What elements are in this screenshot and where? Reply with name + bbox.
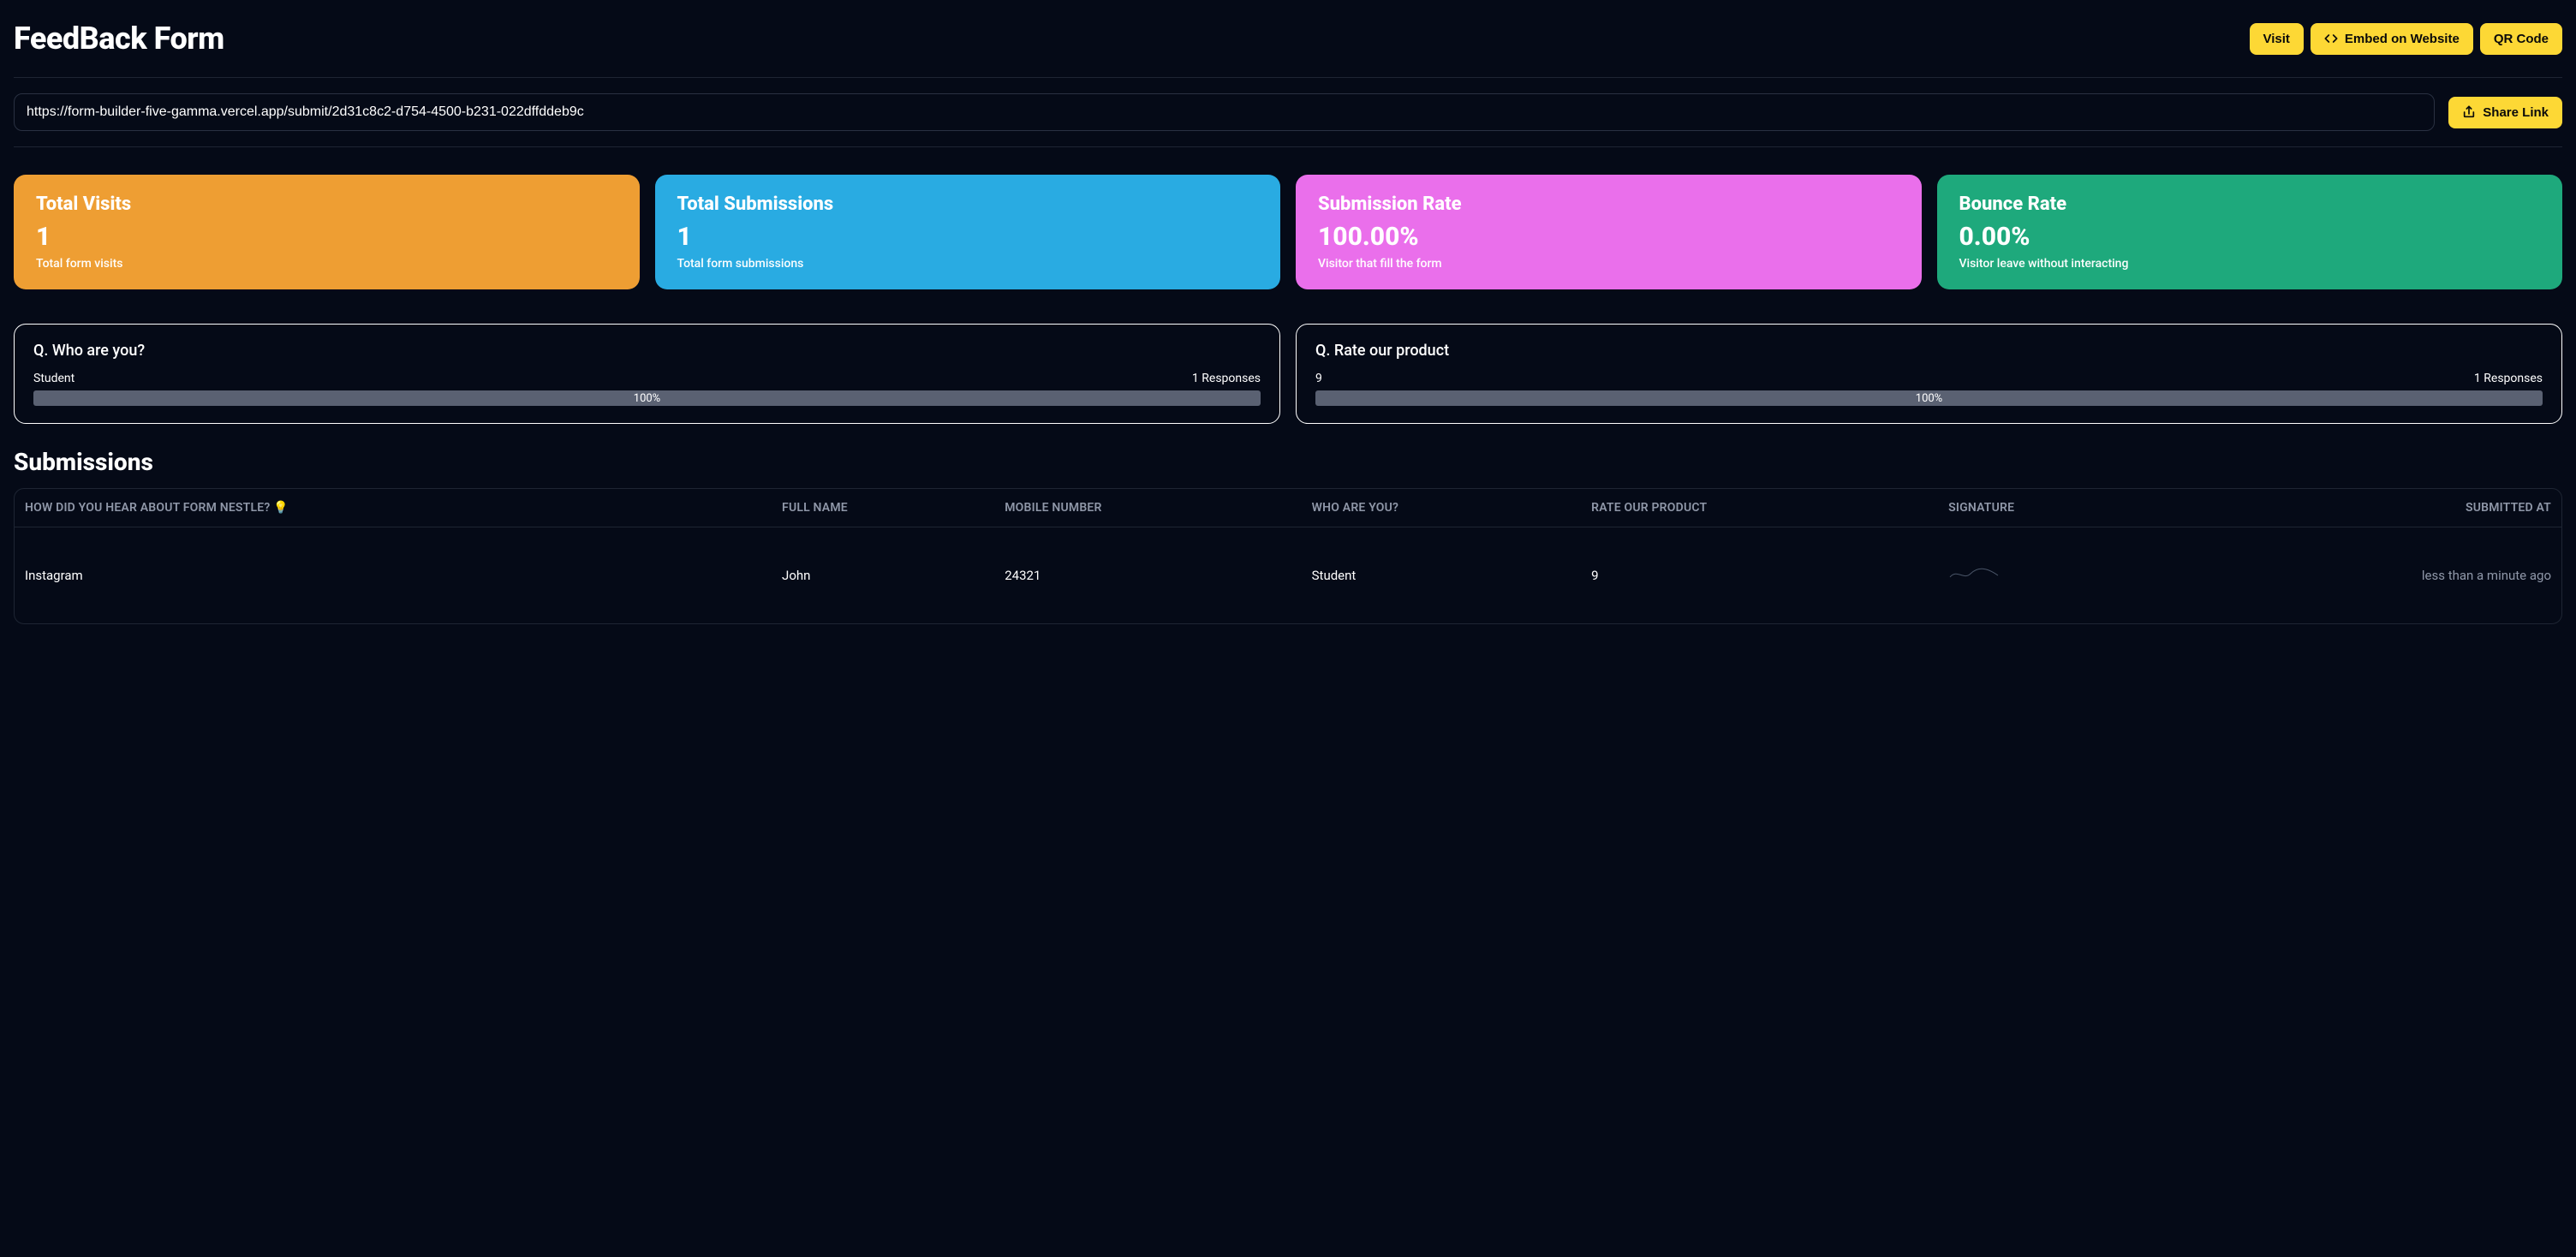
stat-card-total-visits: Total Visits 1 Total form visits	[14, 175, 640, 289]
share-icon	[2462, 105, 2476, 119]
stat-title: Total Submissions	[677, 194, 1259, 215]
qr-code-button-label: QR Code	[2494, 32, 2549, 46]
code-icon	[2324, 32, 2338, 45]
cell-signature	[1940, 527, 2163, 624]
share-link-button[interactable]: Share Link	[2448, 97, 2562, 128]
cell-who-are-you: Student	[1303, 527, 1583, 624]
stat-value: 1	[36, 222, 617, 252]
response-count-label: 1 Responses	[2474, 372, 2543, 385]
col-submitted-at: SUBMITTED AT	[2163, 489, 2561, 527]
stat-desc: Visitor leave without interacting	[1959, 257, 2541, 271]
question-title: Q. Rate our product	[1315, 342, 2543, 360]
qr-code-button[interactable]: QR Code	[2480, 23, 2562, 55]
table-header-row: HOW DID YOU HEAR ABOUT FORM NESTLE? 💡 FU…	[15, 489, 2561, 527]
stat-card-total-submissions: Total Submissions 1 Total form submissio…	[655, 175, 1281, 289]
share-link-button-label: Share Link	[2483, 105, 2549, 120]
stat-title: Bounce Rate	[1959, 194, 2541, 215]
response-bar: 100%	[33, 390, 1261, 406]
stat-desc: Visitor that fill the form	[1318, 257, 1899, 271]
question-card: Q. Rate our product 9 1 Responses 100%	[1296, 324, 2562, 424]
response-bar: 100%	[1315, 390, 2543, 406]
stat-title: Submission Rate	[1318, 194, 1899, 215]
cell-full-name: John	[773, 527, 996, 624]
table-row: Instagram John 24321 Student 9 less than…	[15, 527, 2561, 624]
col-full-name: FULL NAME	[773, 489, 996, 527]
visit-button-label: Visit	[2263, 32, 2290, 46]
cell-heard-about: Instagram	[15, 527, 773, 624]
stat-value: 100.00%	[1318, 222, 1899, 252]
page-header: FeedBack Form Visit Embed on Website QR …	[14, 14, 2562, 77]
response-bar-fill: 100%	[33, 390, 1261, 406]
cell-mobile: 24321	[996, 527, 1303, 624]
response-bar-fill: 100%	[1315, 390, 2543, 406]
stat-card-submission-rate: Submission Rate 100.00% Visitor that fil…	[1296, 175, 1922, 289]
cell-rate: 9	[1583, 527, 1940, 624]
header-actions: Visit Embed on Website QR Code	[2250, 23, 2563, 55]
stat-desc: Total form visits	[36, 257, 617, 271]
submissions-heading: Submissions	[14, 448, 2562, 476]
response-percent-label: 100%	[634, 392, 660, 405]
col-heard-about: HOW DID YOU HEAR ABOUT FORM NESTLE? 💡	[15, 489, 773, 527]
share-row: Share Link	[14, 78, 2562, 146]
embed-button-label: Embed on Website	[2345, 32, 2460, 46]
response-answer-label: Student	[33, 372, 75, 385]
col-who-are-you: WHO ARE YOU?	[1303, 489, 1583, 527]
submissions-table: HOW DID YOU HEAR ABOUT FORM NESTLE? 💡 FU…	[15, 489, 2561, 623]
col-rate: RATE OUR PRODUCT	[1583, 489, 1940, 527]
cell-submitted-at: less than a minute ago	[2163, 527, 2561, 624]
page-title: FeedBack Form	[14, 21, 224, 57]
signature-icon	[1948, 565, 2000, 582]
col-signature: SIGNATURE	[1940, 489, 2163, 527]
questions-row: Q. Who are you? Student 1 Responses 100%…	[14, 310, 2562, 432]
share-url-input[interactable]	[14, 93, 2435, 131]
response-count-label: 1 Responses	[1192, 372, 1261, 385]
stat-card-bounce-rate: Bounce Rate 0.00% Visitor leave without …	[1937, 175, 2563, 289]
stat-desc: Total form submissions	[677, 257, 1259, 271]
question-title: Q. Who are you?	[33, 342, 1261, 360]
embed-button[interactable]: Embed on Website	[2311, 23, 2473, 55]
question-card: Q. Who are you? Student 1 Responses 100%	[14, 324, 1280, 424]
response-percent-label: 100%	[1916, 392, 1942, 405]
response-row: Student 1 Responses	[33, 372, 1261, 385]
stats-row: Total Visits 1 Total form visits Total S…	[14, 147, 2562, 310]
visit-button[interactable]: Visit	[2250, 23, 2304, 55]
stat-title: Total Visits	[36, 194, 617, 215]
response-answer-label: 9	[1315, 372, 1322, 385]
stat-value: 0.00%	[1959, 222, 2541, 252]
stat-value: 1	[677, 222, 1259, 252]
submissions-table-wrap: HOW DID YOU HEAR ABOUT FORM NESTLE? 💡 FU…	[14, 488, 2562, 624]
col-mobile: MOBILE NUMBER	[996, 489, 1303, 527]
response-row: 9 1 Responses	[1315, 372, 2543, 385]
